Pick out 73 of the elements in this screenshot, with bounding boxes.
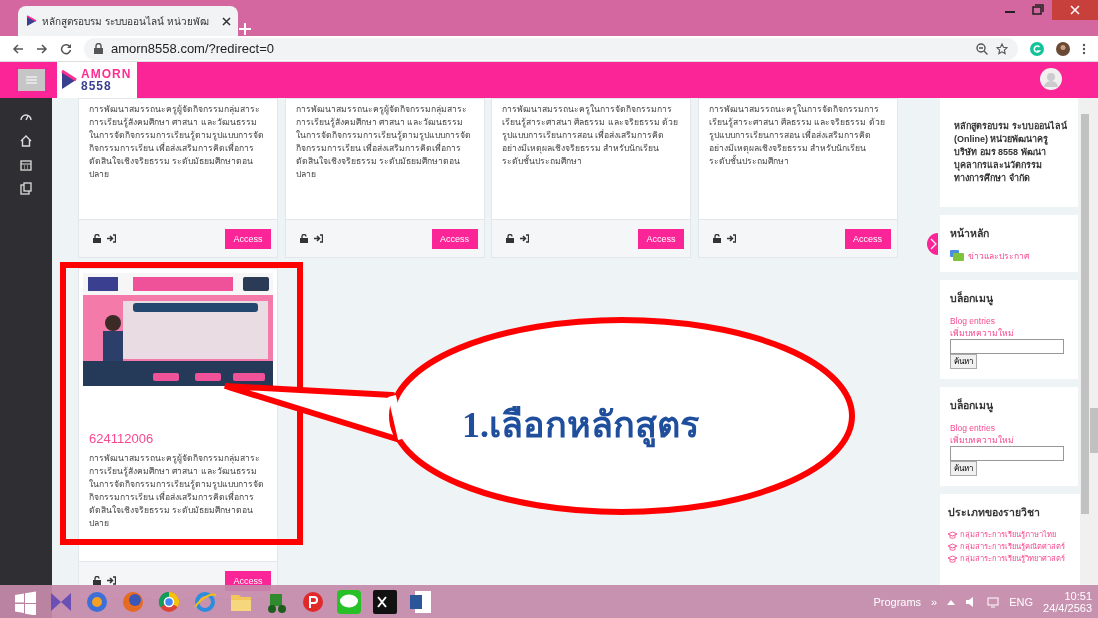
- block-heading: บล็อกเมนู: [950, 397, 994, 414]
- news-link[interactable]: ข่าวและประกาศ: [968, 250, 1029, 262]
- padlock-icon: [93, 576, 101, 585]
- new-tab-icon[interactable]: [238, 22, 252, 36]
- url-text: amorn8558.com/?redirect=0: [111, 41, 275, 56]
- course-description: การพัฒนาสมรรถนะครูผู้จัดกิจกรรมกลุ่มสาระการเรียนรู้สังคมศึกษา ศาสนา และวัฒนธรรม ในการจัดกิจกรรมการเรียนรู้ตามรูปแบบการจัดกิจกรรมการเรียน เพื่อส่งเสริมการคิดเพื่อการตัดสินใจเชิงจริยธรรม ระดับมัธยมศึกษาตอนปลาย: [89, 103, 265, 181]
- padlock-icon: [93, 234, 101, 243]
- page-scrollbar[interactable]: [1090, 98, 1098, 585]
- close-window-icon[interactable]: [1052, 0, 1098, 20]
- search-field[interactable]: [950, 446, 1064, 461]
- graduation-cap-icon: [948, 543, 957, 551]
- chat-bubble-icon[interactable]: [336, 588, 362, 615]
- clock[interactable]: 10:51 24/4/2563: [1043, 589, 1098, 614]
- access-button[interactable]: Access: [431, 228, 478, 249]
- address-bar[interactable]: amorn8558.com/?redirect=0: [84, 37, 1018, 60]
- course-description: การพัฒนาสมรรถนะครูผู้จัดกิจกรรมกลุ่มสาระการเรียนรู้สังคมศึกษา ศาสนา และวัฒนธรรม ในการจัดกิจกรรมการเรียนรู้ตามรูปแบบการจัดกิจกรรมการเรียน เพื่อส่งเสริมการคิดเพื่อการตัดสินใจเชิงจริยธรรม ระดับมัธยมศึกษาตอนปลาย: [295, 103, 472, 181]
- sign-in-icon: [313, 234, 323, 243]
- extension-icon[interactable]: [1030, 41, 1044, 56]
- hamburger-icon: [26, 76, 37, 84]
- toolbar-expand[interactable]: »: [931, 595, 938, 608]
- dark-tile-icon[interactable]: [372, 588, 398, 615]
- home-icon[interactable]: [19, 134, 33, 148]
- block-heading: หน้าหลัก: [950, 226, 990, 241]
- about-text: หลักสูตรอบรม ระบบออนไลน์ (Online) หน่วยพัฒนาครู บริษัท อมร 8558 พัฒนาบุคลากรและนวัตกรรมทางการศึกษา จำกัด: [940, 98, 1078, 207]
- site-logo[interactable]: AMORN 8558: [57, 62, 137, 98]
- browser-tab[interactable]: หลักสูตรอบรม ระบบออนไลน์ หน่วยพัฒ: [18, 6, 238, 36]
- padlock-icon: [299, 234, 308, 243]
- profile-icon[interactable]: [1056, 41, 1070, 56]
- block-heading: ประเภทของรายวิชา: [948, 505, 1041, 520]
- access-button[interactable]: Access: [844, 228, 891, 249]
- expand-toggle-icon[interactable]: [924, 233, 938, 255]
- reload-icon[interactable]: [60, 42, 72, 55]
- sign-in-icon: [107, 234, 116, 243]
- lock-icon: [94, 43, 103, 54]
- blog-link[interactable]: Blog entries: [950, 315, 995, 327]
- search-button[interactable]: ค้นหา: [950, 461, 977, 476]
- search-button[interactable]: ค้นหา: [950, 354, 977, 369]
- programs-label[interactable]: Programs: [873, 595, 922, 608]
- bookmark-star-icon[interactable]: [996, 42, 1008, 55]
- search-field[interactable]: [950, 339, 1064, 354]
- scrollbar[interactable]: [1080, 98, 1090, 585]
- network-icon[interactable]: [987, 595, 1000, 608]
- sign-in-icon: [726, 234, 736, 243]
- language-indicator[interactable]: ENG: [1009, 595, 1034, 608]
- sign-in-icon: [107, 576, 116, 585]
- blog-link[interactable]: Blog entries: [950, 422, 995, 434]
- padlock-icon: [506, 234, 514, 243]
- calendar-icon[interactable]: [19, 158, 33, 172]
- play-logo-icon: [25, 15, 37, 27]
- document-icon[interactable]: [408, 588, 434, 615]
- back-icon[interactable]: [12, 42, 24, 55]
- blog-link[interactable]: เพิ่มบทความใหม่: [950, 327, 1014, 339]
- sign-in-icon: [520, 234, 529, 243]
- clipboard-icon[interactable]: [19, 182, 33, 196]
- close-icon[interactable]: [222, 16, 231, 26]
- forward-icon[interactable]: [36, 42, 48, 55]
- access-button[interactable]: Access: [225, 228, 271, 249]
- course-description: การพัฒนาสมรรถนะครูในการจัดกิจกรรมการเรียนรู้สาระศาสนา ศีลธรรม และจริยธรรม ด้วยรูปแบบการเรียนการสอน เพื่อส่งเสริมการคิดอย่างมีเหตุผลเชิงจริยธรรม สำหรับนักเรียนระดับชั้นประถมศึกษา: [708, 103, 886, 168]
- zoom-icon[interactable]: [976, 42, 988, 55]
- course-title[interactable]: 624112006: [89, 431, 267, 446]
- tray-arrow-icon[interactable]: [947, 598, 956, 605]
- graduation-cap-icon: [948, 531, 957, 539]
- menu-icon[interactable]: [1082, 42, 1086, 55]
- block-heading: บล็อกเมนู: [950, 290, 994, 307]
- callout-text: 1.เลือกหลักสูตร: [462, 396, 699, 453]
- padlock-icon: [712, 234, 721, 243]
- course-description: การพัฒนาสมรรถนะครูในการจัดกิจกรรมการเรียนรู้สาระศาสนา ศีลธรรม และจริยธรรม ด้วยรูปแบบการเรียนการสอน เพื่อส่งเสริมการคิดอย่างมีเหตุผลเชิงจริยธรรม สำหรับนักเรียนระดับชั้นประถมศึกษา: [502, 103, 680, 168]
- avatar-icon[interactable]: [1040, 68, 1062, 90]
- forum-icon: [950, 250, 964, 262]
- access-button[interactable]: Access: [638, 228, 684, 249]
- blog-link[interactable]: เพิ่มบทความใหม่: [950, 434, 1014, 446]
- graduation-cap-icon: [948, 555, 957, 563]
- course-description: การพัฒนาสมรรถนะครูผู้จัดกิจกรรมกลุ่มสาระการเรียนรู้สังคมศึกษา ศาสนา และวัฒนธรรม ในการจัดกิจกรรมการเรียนรู้ตามรูปแบบการจัดกิจกรรมการเรียน เพื่อส่งเสริมการคิดเพื่อการตัดสินใจเชิงจริยธรรม ระดับมัธยมศึกษาตอนปลาย: [89, 452, 265, 530]
